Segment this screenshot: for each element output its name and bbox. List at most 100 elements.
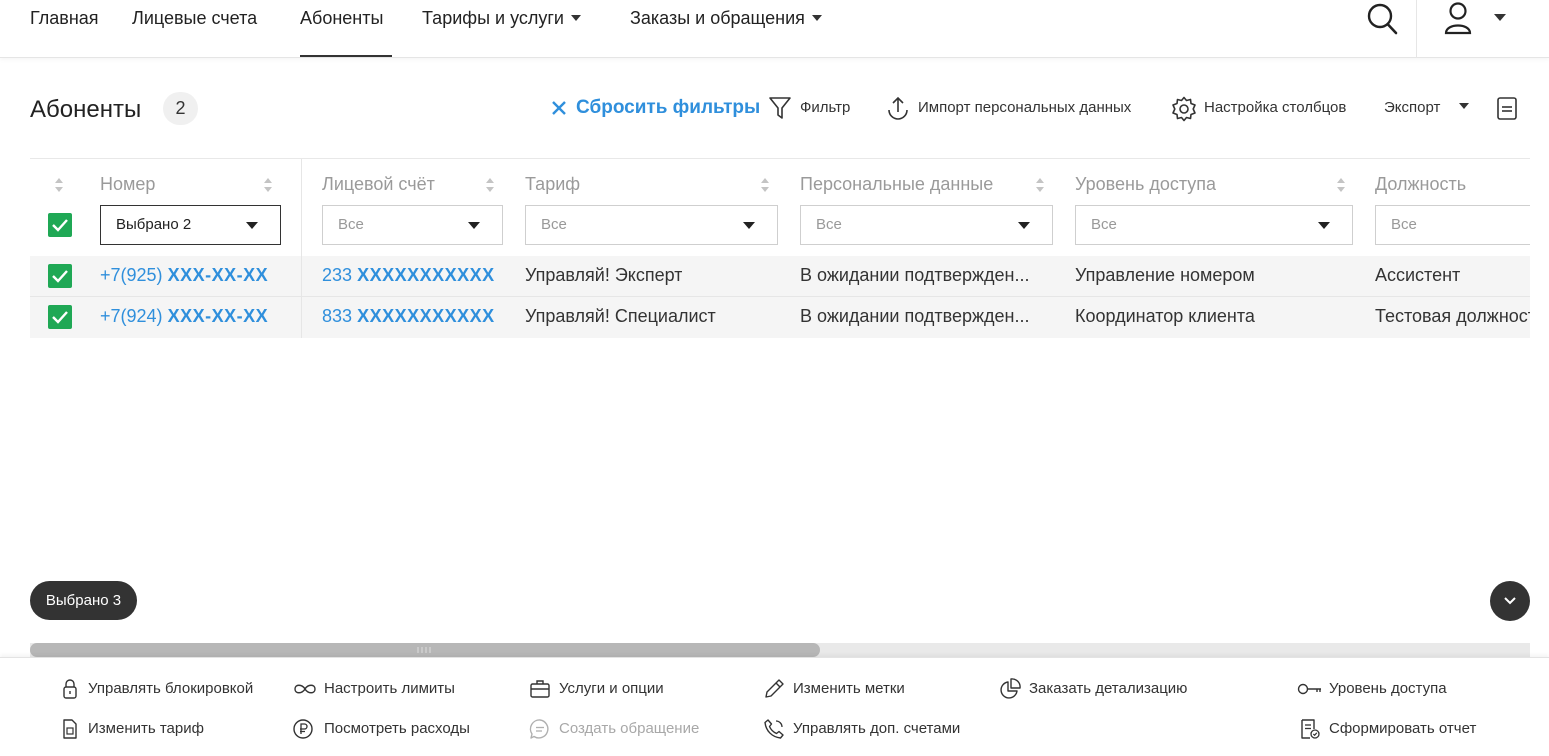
export-dropdown[interactable]: Экспорт — [1384, 96, 1469, 120]
filter-value: Все — [1091, 216, 1117, 233]
column-header-tariff[interactable]: Тариф — [525, 174, 580, 195]
order-details-button[interactable]: Заказать детализацию — [999, 678, 1187, 700]
manage-block-button[interactable]: Управлять блокировкой — [62, 678, 253, 700]
manage-extra-accounts-button[interactable]: Управлять доп. счетами — [763, 718, 960, 740]
filter-number-select[interactable]: Выбрано 2 — [100, 205, 281, 245]
phone-link[interactable]: +7(925) XXX-XX-XX — [100, 265, 268, 286]
action-label: Изменить тариф — [88, 720, 204, 737]
chat-icon — [529, 719, 549, 739]
sort-icon[interactable] — [760, 177, 770, 193]
change-tariff-button[interactable]: Изменить тариф — [62, 718, 204, 740]
column-header-account[interactable]: Лицевой счёт — [322, 174, 435, 195]
chevron-down-icon — [246, 222, 258, 229]
filter-value: Выбрано 2 — [116, 216, 192, 233]
action-label: Заказать детализацию — [1029, 680, 1188, 697]
filter-value: Все — [1391, 216, 1417, 233]
lock-icon — [63, 679, 77, 699]
nav-item-tariffs[interactable]: Тарифы и услуги — [422, 8, 581, 57]
infinity-icon — [294, 684, 316, 694]
sort-icon[interactable] — [263, 177, 273, 193]
nav-item-subscribers[interactable]: Абоненты — [300, 8, 392, 57]
filter-value: Все — [541, 216, 567, 233]
account-mask: XXXXXXXXXXX — [357, 265, 495, 285]
filter-value: Все — [816, 216, 842, 233]
view-expenses-button[interactable]: Посмотреть расходы — [292, 718, 470, 740]
filter-tariff-select[interactable]: Все — [525, 205, 778, 245]
column-settings-button[interactable]: Настройка столбцов — [1171, 96, 1346, 122]
reset-filters-button[interactable]: Сбросить фильтры — [551, 96, 760, 120]
reset-filters-label: Сбросить фильтры — [576, 97, 761, 118]
import-button[interactable]: Импорт персональных данных — [886, 96, 1131, 120]
search-icon[interactable] — [1366, 2, 1398, 36]
sort-icon[interactable] — [1035, 177, 1045, 193]
select-all-checkbox[interactable] — [48, 213, 72, 237]
filter-value: Все — [338, 216, 364, 233]
filter-button[interactable]: Фильтр — [768, 96, 850, 120]
filter-icon — [769, 97, 791, 119]
chevron-down-icon — [1318, 222, 1330, 229]
sort-icon[interactable] — [1336, 177, 1346, 193]
access-level-button[interactable]: Уровень доступа — [1297, 678, 1447, 700]
access-level-cell: Координатор клиента — [1075, 306, 1255, 326]
chevron-down-icon — [743, 222, 755, 229]
action-label: Создать обращение — [559, 720, 700, 737]
chevron-down-icon — [571, 15, 581, 21]
personal-data-cell: В ожидании подтвержден... — [800, 265, 1030, 285]
chevron-down-icon[interactable] — [1494, 14, 1506, 21]
nav-item-label: Главная — [30, 8, 99, 28]
check-icon — [52, 311, 68, 324]
upload-icon — [888, 96, 908, 120]
action-label: Посмотреть расходы — [324, 720, 470, 737]
row-checkbox[interactable] — [48, 305, 72, 329]
document-icon — [1301, 719, 1320, 739]
create-request-button[interactable]: Создать обращение — [529, 718, 699, 740]
access-level-cell: Управление номером — [1075, 265, 1255, 285]
import-label: Импорт персональных данных — [918, 99, 1132, 116]
action-label: Сформировать отчет — [1329, 720, 1477, 737]
pie-chart-icon — [1000, 678, 1021, 699]
filter-access-select[interactable]: Все — [1075, 205, 1353, 245]
nav-item-label: Тарифы и услуги — [422, 8, 564, 28]
check-icon — [52, 270, 68, 283]
column-header-personal[interactable]: Персональные данные — [800, 174, 993, 195]
close-icon — [552, 101, 566, 115]
column-header-position[interactable]: Должность — [1375, 174, 1466, 195]
services-options-button[interactable]: Услуги и опции — [529, 678, 664, 700]
position-cell: Ассистент — [1375, 265, 1461, 285]
filter-personal-select[interactable]: Все — [800, 205, 1053, 245]
action-label: Управлять блокировкой — [88, 680, 254, 697]
generate-report-button[interactable]: Сформировать отчет — [1299, 718, 1476, 740]
nav-item-orders[interactable]: Заказы и обращения — [630, 8, 822, 57]
column-header-access[interactable]: Уровень доступа — [1075, 174, 1216, 195]
column-divider — [301, 256, 302, 338]
account-link[interactable]: 833 XXXXXXXXXXX — [322, 306, 495, 327]
user-icon[interactable] — [1444, 1, 1472, 35]
column-header-number[interactable]: Номер — [100, 174, 155, 195]
account-link[interactable]: 233 XXXXXXXXXXX — [322, 265, 495, 286]
action-label: Услуги и опции — [559, 680, 664, 697]
phone-link[interactable]: +7(924) XXX-XX-XX — [100, 306, 268, 327]
collapse-button[interactable] — [1490, 581, 1530, 621]
sort-icon[interactable] — [54, 177, 64, 193]
nav-item-label: Абоненты — [300, 8, 384, 28]
filter-position-select[interactable]: Все — [1375, 205, 1530, 245]
row-checkbox[interactable] — [48, 264, 72, 288]
tariff-cell: Управляй! Эксперт — [525, 265, 683, 285]
action-label: Управлять доп. счетами — [793, 720, 961, 737]
set-limits-button[interactable]: Настроить лимиты — [292, 678, 455, 700]
edit-tags-button[interactable]: Изменить метки — [763, 678, 905, 700]
selected-count-badge[interactable]: Выбрано 3 — [30, 581, 137, 620]
filter-label: Фильтр — [800, 99, 851, 116]
list-view-icon[interactable] — [1497, 97, 1517, 121]
top-navigation: Главная Лицевые счета Абоненты Тарифы и … — [0, 0, 1549, 58]
nav-item-label: Лицевые счета — [132, 8, 258, 28]
sort-icon[interactable] — [485, 177, 495, 193]
divider — [1416, 0, 1417, 58]
nav-item-accounts[interactable]: Лицевые счета — [132, 8, 257, 57]
filter-account-select[interactable]: Все — [322, 205, 503, 245]
briefcase-icon — [530, 680, 550, 698]
bulk-actions-bar: Управлять блокировкой Настроить лимиты У… — [0, 657, 1549, 756]
nav-item-home[interactable]: Главная — [30, 8, 99, 57]
account-prefix: 233 — [322, 265, 353, 285]
chevron-down-icon — [1504, 597, 1516, 605]
